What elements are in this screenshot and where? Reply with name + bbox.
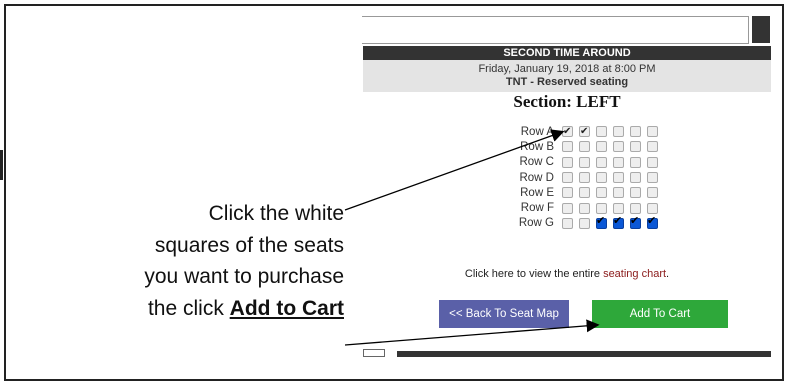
callout-arrows [344, 129, 600, 346]
arrow-to-add-to-cart [344, 319, 600, 346]
arrow-to-seats [344, 129, 565, 211]
